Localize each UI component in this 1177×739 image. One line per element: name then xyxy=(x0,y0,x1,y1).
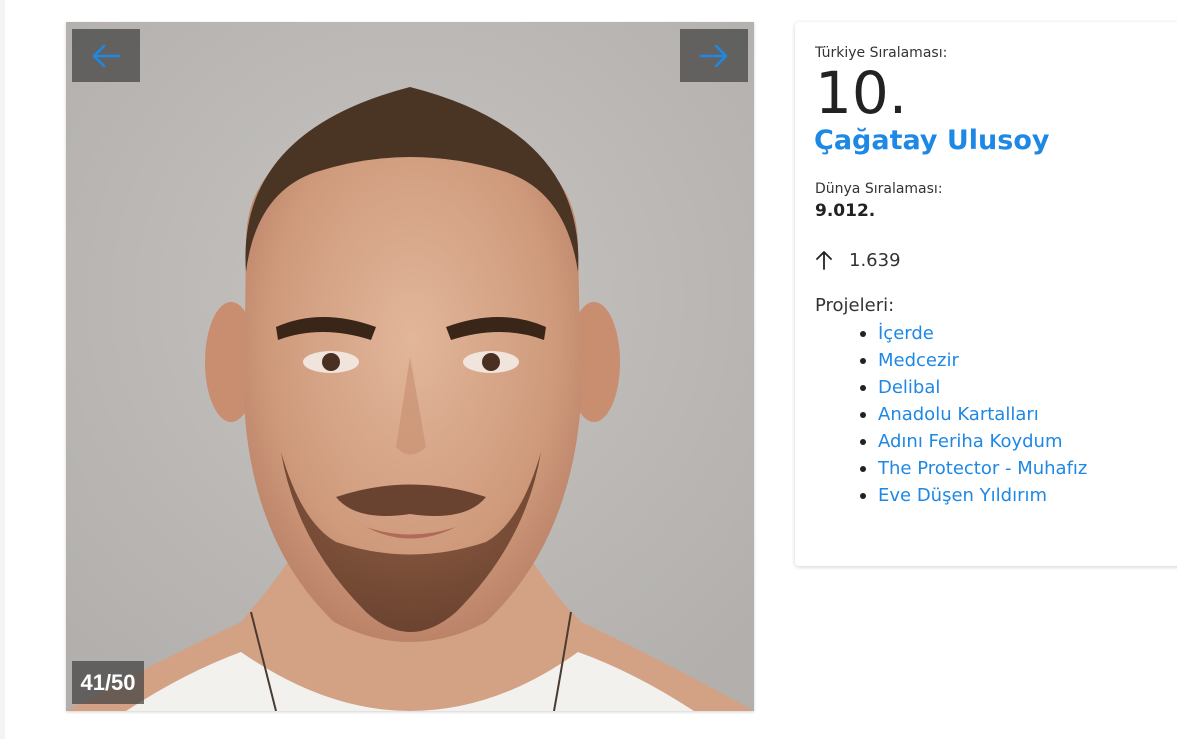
project-link[interactable]: Anadolu Kartalları xyxy=(878,404,1039,425)
rank-change: 1.639 xyxy=(815,244,1175,276)
photo-counter: 41/50 xyxy=(72,661,144,704)
world-rank-value: 9.012. xyxy=(815,201,876,221)
celebrity-info-card: Türkiye Sıralaması: 10. Çağatay Ulusoy D… xyxy=(795,22,1177,566)
project-link[interactable]: Adını Feriha Koydum xyxy=(878,431,1063,452)
list-item: Adını Feriha Koydum xyxy=(860,428,1175,455)
project-link[interactable]: The Protector - Muhafız xyxy=(878,458,1087,479)
project-link[interactable]: İçerde xyxy=(878,323,934,344)
projects-label: Projeleri: xyxy=(815,295,895,316)
page: 41/50 Türkiye Sıralaması: 10. Çağatay Ul… xyxy=(0,0,1177,739)
portrait-photo xyxy=(66,22,754,711)
project-link[interactable]: Delibal xyxy=(878,377,940,398)
projects-list: İçerde Medcezir Delibal Anadolu Kartalla… xyxy=(815,320,1175,509)
photo-gallery: 41/50 xyxy=(66,22,754,711)
arrow-up-icon xyxy=(816,251,832,270)
turkey-rank-value: 10. xyxy=(815,59,908,127)
project-link[interactable]: Eve Düşen Yıldırım xyxy=(878,485,1047,506)
left-edge xyxy=(0,0,5,739)
project-link[interactable]: Medcezir xyxy=(878,350,959,371)
next-photo-button[interactable] xyxy=(680,29,748,82)
rank-change-value: 1.639 xyxy=(849,249,901,271)
previous-photo-button[interactable] xyxy=(72,29,140,82)
list-item: Eve Düşen Yıldırım xyxy=(860,482,1175,509)
celebrity-name-link[interactable]: Çağatay Ulusoy xyxy=(814,124,1175,158)
list-item: Delibal xyxy=(860,374,1175,401)
list-item: The Protector - Muhafız xyxy=(860,455,1175,482)
list-item: İçerde xyxy=(860,320,1175,347)
list-item: Anadolu Kartalları xyxy=(860,401,1175,428)
list-item: Medcezir xyxy=(860,347,1175,374)
arrow-right-icon xyxy=(699,44,728,67)
world-rank-label: Dünya Sıralaması: xyxy=(815,181,943,197)
arrow-left-icon xyxy=(92,44,121,67)
